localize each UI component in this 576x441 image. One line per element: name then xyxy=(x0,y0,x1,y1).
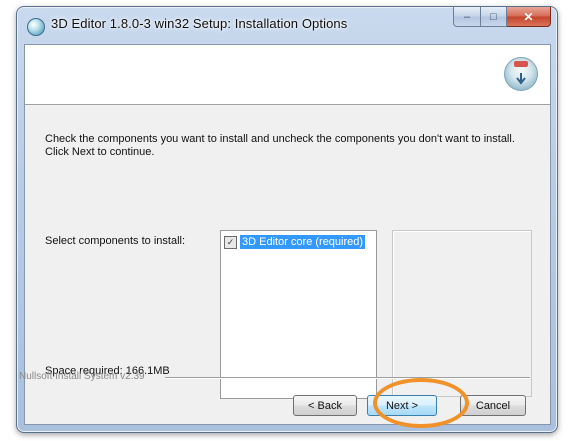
check-icon: ✓ xyxy=(226,236,235,247)
installer-app-icon xyxy=(27,18,45,36)
installer-cap-icon xyxy=(514,61,528,67)
window-title: 3D Editor 1.8.0-3 win32 Setup: Installat… xyxy=(51,16,348,31)
component-item[interactable]: ✓ 3D Editor core (required) xyxy=(224,234,366,250)
select-components-label: Select components to install: xyxy=(45,235,186,247)
component-description-box xyxy=(392,230,532,397)
minimize-button[interactable]: – xyxy=(453,7,481,27)
components-list[interactable]: ✓ 3D Editor core (required) xyxy=(220,230,377,399)
maximize-icon: □ xyxy=(490,10,497,23)
maximize-button[interactable]: □ xyxy=(481,7,507,27)
installer-disc-icon xyxy=(504,57,538,91)
close-button[interactable]: ✕ xyxy=(507,7,551,27)
component-checkbox[interactable]: ✓ xyxy=(224,235,237,249)
minimize-icon: – xyxy=(463,10,471,23)
title-bar[interactable]: 3D Editor 1.8.0-3 win32 Setup: Installat… xyxy=(17,7,557,45)
caption-buttons: – □ ✕ xyxy=(453,7,551,27)
component-label[interactable]: 3D Editor core (required) xyxy=(240,235,366,249)
cancel-button[interactable]: Cancel xyxy=(460,395,526,416)
dialog-body: Check the components you want to install… xyxy=(24,44,551,425)
close-icon: ✕ xyxy=(523,9,534,24)
installer-window: 3D Editor 1.8.0-3 win32 Setup: Installat… xyxy=(16,6,558,433)
header-band xyxy=(25,45,550,105)
next-highlight-ring xyxy=(373,378,469,428)
download-arrow-icon xyxy=(516,73,526,85)
footer-divider xyxy=(165,377,530,379)
back-button[interactable]: < Back xyxy=(293,395,357,416)
instructions-text: Check the components you want to install… xyxy=(45,133,515,158)
nsis-branding: Nullsoft Install System v2.39 xyxy=(19,371,145,382)
